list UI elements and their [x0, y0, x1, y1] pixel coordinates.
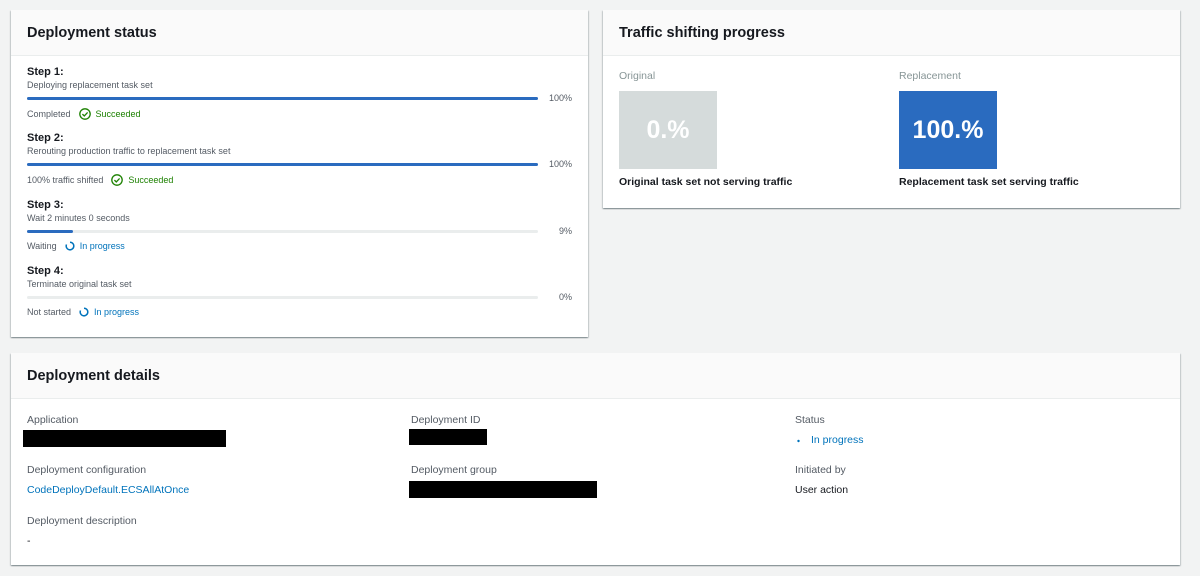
step-3-status-text: Waiting [27, 241, 57, 251]
deployment-id-value-redacted [409, 429, 487, 445]
step-3-title: Step 3: [27, 199, 64, 211]
success-check-icon [111, 174, 124, 186]
step-3: Step 3: Wait 2 minutes 0 seconds 9% Wait… [27, 199, 572, 255]
deployment-id-label: Deployment ID [411, 414, 481, 426]
step-2: Step 2: Rerouting production traffic to … [27, 132, 572, 188]
description-field: Deployment description - [27, 515, 137, 547]
deployment-group-field: Deployment group [409, 464, 597, 498]
step-3-percent: 9% [558, 226, 572, 236]
step-2-state-label: Succeeded [128, 175, 174, 185]
application-field: Application [23, 414, 226, 447]
step-1: Step 1: Deploying replacement task set 1… [27, 66, 572, 122]
step-4-percent: 0% [558, 292, 572, 302]
step-4: Step 4: Terminate original task set 0% N… [27, 265, 572, 321]
step-4-title: Step 4: [27, 265, 64, 277]
step-4-status-text: Not started [27, 307, 72, 317]
traffic-shifting-header: Traffic shifting progress [603, 10, 1180, 56]
deployment-status-header: Deployment status [11, 10, 588, 56]
application-label: Application [27, 414, 79, 426]
step-1-state: Succeeded [78, 108, 141, 120]
spinner-icon [79, 307, 89, 317]
step-2-progress-fill [27, 163, 538, 166]
step-2-status: 100% traffic shifted Succeeded [27, 174, 173, 186]
original-percent-box: 0.% [619, 91, 717, 169]
configuration-field: Deployment configuration CodeDeployDefau… [27, 464, 189, 496]
step-2-percent: 100% [548, 159, 572, 169]
step-3-description: Wait 2 minutes 0 seconds [27, 213, 130, 223]
configuration-link[interactable]: CodeDeployDefault.ECSAllAtOnce [27, 484, 189, 496]
replacement-caption: Replacement task set serving traffic [899, 176, 1079, 188]
step-1-status: Completed Succeeded [27, 108, 141, 120]
initiated-by-field: Initiated by User action [795, 464, 848, 496]
step-2-description: Rerouting production traffic to replacem… [27, 146, 231, 156]
step-3-progress-fill [27, 230, 73, 233]
status-label: Status [795, 414, 825, 426]
original-label: Original [619, 70, 656, 82]
initiated-by-value: User action [795, 484, 849, 496]
status-value-text: In progress [811, 434, 864, 446]
replacement-percent: 100.% [912, 115, 984, 144]
replacement-label: Replacement [899, 70, 961, 82]
configuration-label: Deployment configuration [27, 464, 147, 476]
replacement-traffic: Replacement 100.% Replacement task set s… [899, 70, 1079, 188]
spinner-icon [797, 439, 800, 443]
step-3-state: In progress [65, 241, 125, 251]
spinner-icon [65, 241, 75, 251]
deployment-group-label: Deployment group [411, 464, 497, 476]
step-4-state-label: In progress [94, 307, 140, 317]
traffic-shifting-panel: Traffic shifting progress Original 0.% O… [603, 10, 1180, 208]
step-2-title: Step 2: [27, 132, 64, 144]
deployment-details-panel: Deployment details Application Deploymen… [11, 353, 1180, 565]
traffic-shifting-title: Traffic shifting progress [619, 24, 785, 41]
deployment-details-header: Deployment details [11, 353, 1180, 399]
step-1-percent: 100% [548, 93, 572, 103]
step-4-progress-bar [27, 296, 538, 299]
step-3-state-label: In progress [79, 241, 125, 251]
step-4-state: In progress [79, 307, 139, 317]
step-1-status-text: Completed [27, 109, 71, 119]
step-4-description: Terminate original task set [27, 279, 132, 289]
step-1-progress-bar [27, 97, 538, 100]
success-check-icon [78, 108, 91, 120]
original-percent: 0.% [646, 115, 690, 144]
step-1-progress-fill [27, 97, 538, 100]
deployment-status-panel: Deployment status Step 1: Deploying repl… [11, 10, 588, 337]
step-2-progress-bar [27, 163, 538, 166]
step-2-status-text: 100% traffic shifted [27, 175, 104, 185]
step-3-progress-bar [27, 230, 538, 233]
deployment-details-title: Deployment details [27, 367, 160, 384]
original-caption: Original task set not serving traffic [619, 176, 793, 188]
original-traffic: Original 0.% Original task set not servi… [619, 70, 792, 188]
deployment-status-title: Deployment status [27, 24, 157, 41]
deployment-group-value-redacted [409, 481, 597, 498]
description-value: - [27, 535, 31, 547]
step-2-state: Succeeded [111, 174, 173, 186]
application-value-redacted [23, 430, 226, 447]
deployment-id-field: Deployment ID [409, 414, 487, 445]
step-1-state-label: Succeeded [95, 109, 141, 119]
replacement-percent-box: 100.% [899, 91, 997, 169]
step-1-title: Step 1: [27, 66, 64, 78]
status-field: Status In progress [795, 414, 864, 446]
description-label: Deployment description [27, 515, 137, 527]
step-1-description: Deploying replacement task set [27, 80, 153, 90]
initiated-by-label: Initiated by [795, 464, 846, 476]
status-value: In progress [795, 434, 864, 446]
step-3-status: Waiting In progress [27, 241, 125, 251]
step-4-status: Not started In progress [27, 307, 139, 317]
